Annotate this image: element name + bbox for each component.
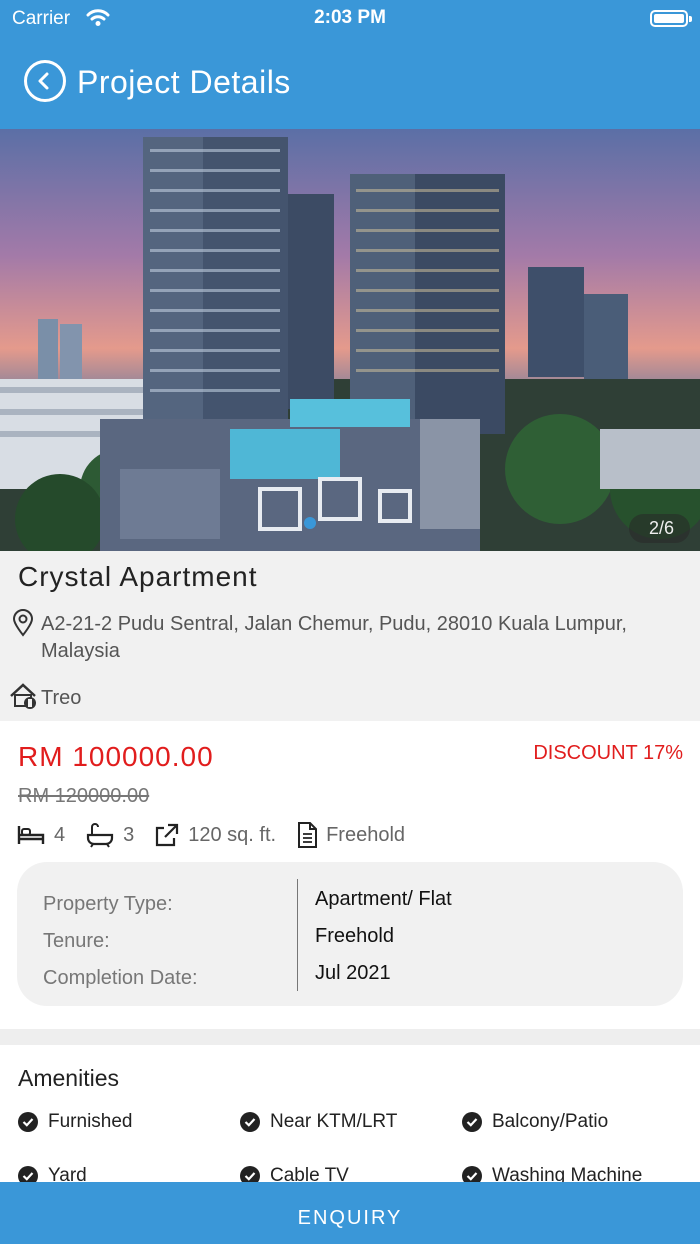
bathtub-icon bbox=[87, 823, 114, 848]
amenity-item: Near KTM/LRT bbox=[240, 1111, 397, 1133]
tenure-spec: Freehold bbox=[296, 821, 405, 849]
discount-badge: DISCOUNT 17% bbox=[533, 742, 683, 764]
developer-name: Treo bbox=[41, 687, 82, 709]
details-values: Apartment/ Flat Freehold Jul 2021 bbox=[315, 881, 452, 992]
amenity-item: Yard bbox=[18, 1165, 87, 1182]
bathrooms-spec: 3 bbox=[85, 822, 134, 848]
tenure-label: Tenure: bbox=[43, 930, 110, 952]
property-type-label: Property Type: bbox=[43, 893, 173, 915]
developer-house-icon bbox=[9, 682, 39, 717]
original-price: RM 120000.00 bbox=[18, 785, 150, 807]
price-section: RM 100000.00 DISCOUNT 17% RM 120000.00 4… bbox=[0, 721, 700, 1029]
property-image-gallery[interactable]: 2/6 bbox=[0, 129, 700, 551]
location-pin-icon bbox=[12, 609, 34, 642]
details-divider bbox=[297, 879, 298, 991]
amenity-label: Furnished bbox=[48, 1111, 133, 1132]
amenity-label: Balcony/Patio bbox=[492, 1111, 609, 1132]
size-spec: 120 sq. ft. bbox=[154, 822, 276, 848]
completion-date-label: Completion Date: bbox=[43, 967, 198, 989]
amenities-section: Amenities Furnished Near KTM/LRT Balcony… bbox=[0, 1045, 700, 1182]
amenity-label: Cable TV bbox=[270, 1165, 349, 1182]
amenity-label: Yard bbox=[48, 1165, 87, 1182]
bathrooms-count: 3 bbox=[123, 823, 135, 846]
property-type-value: Apartment/ Flat bbox=[315, 888, 452, 910]
status-bar: Carrier 2:03 PM bbox=[0, 0, 700, 44]
size-value: 120 sq. ft. bbox=[188, 823, 277, 846]
document-icon bbox=[298, 822, 318, 848]
status-time: 2:03 PM bbox=[314, 7, 386, 28]
bedrooms-count: 4 bbox=[54, 823, 66, 846]
area-expand-icon bbox=[156, 823, 179, 847]
gallery-counter: 2/6 bbox=[628, 514, 690, 543]
details-labels: Property Type: Tenure: Completion Date: bbox=[43, 886, 198, 997]
gallery-indicator-dot bbox=[304, 517, 316, 529]
page-title: Project Details bbox=[77, 64, 291, 100]
amenity-label: Washing Machine bbox=[492, 1165, 643, 1182]
back-button[interactable] bbox=[24, 60, 66, 102]
property-photo bbox=[0, 137, 700, 551]
property-details-card: Property Type: Tenure: Completion Date: … bbox=[17, 862, 683, 1006]
check-circle-icon bbox=[18, 1112, 38, 1132]
tenure-detail-value: Freehold bbox=[315, 925, 394, 947]
spec-row: 4 3 120 sq. ft. Freehold bbox=[16, 820, 425, 850]
tenure-value: Freehold bbox=[326, 823, 406, 846]
check-circle-icon bbox=[18, 1166, 38, 1182]
property-address: A2-21-2 Pudu Sentral, Jalan Chemur, Pudu… bbox=[41, 613, 627, 662]
amenities-title: Amenities bbox=[18, 1065, 119, 1091]
check-circle-icon bbox=[240, 1112, 260, 1132]
enquiry-button[interactable]: ENQUIRY bbox=[0, 1182, 700, 1244]
property-header: Crystal Apartment A2-21-2 Pudu Sentral, … bbox=[0, 551, 700, 721]
battery-icon bbox=[650, 10, 692, 27]
amenity-item: Furnished bbox=[18, 1111, 133, 1133]
nav-bar: Project Details bbox=[0, 44, 700, 129]
property-name: Crystal Apartment bbox=[18, 561, 258, 592]
amenity-item: Cable TV bbox=[240, 1165, 349, 1182]
amenity-label: Near KTM/LRT bbox=[270, 1111, 398, 1132]
check-circle-icon bbox=[462, 1166, 482, 1182]
chevron-left-icon bbox=[38, 72, 49, 90]
bed-icon bbox=[17, 826, 45, 844]
completion-date-value: Jul 2021 bbox=[315, 962, 391, 984]
amenity-item: Washing Machine bbox=[462, 1165, 642, 1182]
price: RM 100000.00 bbox=[18, 741, 214, 772]
amenity-item: Balcony/Patio bbox=[462, 1111, 608, 1133]
check-circle-icon bbox=[240, 1166, 260, 1182]
bedrooms-spec: 4 bbox=[16, 822, 65, 848]
section-divider bbox=[0, 1029, 700, 1045]
check-circle-icon bbox=[462, 1112, 482, 1132]
